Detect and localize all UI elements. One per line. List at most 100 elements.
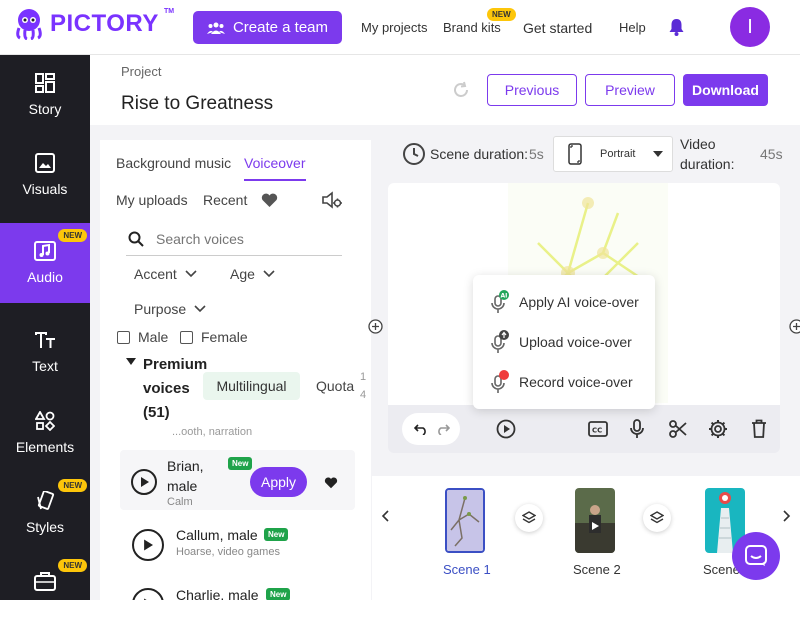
transition-layers-button[interactable] [643, 504, 671, 532]
project-title[interactable]: Rise to Greatness [121, 93, 273, 115]
play-icon [144, 539, 153, 551]
create-team-button[interactable]: Create a team [193, 11, 342, 44]
tab-background-music[interactable]: Background music [116, 155, 231, 171]
sidebar-item-label: Visuals [22, 181, 68, 197]
clock-icon [403, 143, 425, 165]
active-tab-underline [244, 179, 306, 181]
sidebar-item-audio[interactable]: NEW Audio [0, 223, 90, 303]
play-brian-button[interactable] [131, 469, 157, 495]
apply-ai-voiceover-label: Apply AI voice-over [519, 294, 639, 310]
checkbox-box [117, 330, 130, 344]
favorites-heart-icon[interactable] [261, 193, 278, 208]
layers-icon [522, 511, 536, 524]
orientation-label: Portrait [600, 148, 636, 160]
partial-voice-desc: ...ooth, narration [172, 426, 253, 438]
scene-label-2: Scene 2 [573, 562, 621, 577]
voice-settings-icon[interactable] [321, 191, 343, 209]
sidebar-item-label: Story [28, 101, 62, 117]
upload-microphone-icon [491, 330, 509, 353]
voice-name-brian: Brian, male [167, 458, 204, 494]
play-preview-icon[interactable] [496, 419, 516, 439]
sidebar-item-styles[interactable]: NEW Styles [0, 473, 90, 553]
scene-thumb-1[interactable] [445, 488, 485, 553]
heart-icon[interactable] [324, 477, 338, 489]
caret-down-icon[interactable] [126, 358, 136, 366]
add-scene-left-icon[interactable] [368, 319, 383, 334]
subtab-my-uploads[interactable]: My uploads [116, 192, 188, 208]
nav-get-started[interactable]: Get started [523, 0, 592, 55]
scene-thumb-2[interactable] [575, 488, 615, 553]
sidebar-item-label: Styles [25, 519, 65, 535]
play-icon [140, 477, 149, 487]
microphone-icon[interactable] [630, 419, 644, 439]
apply-ai-voiceover-item[interactable]: AI Apply AI voice-over [489, 287, 639, 317]
user-avatar[interactable]: I [730, 7, 770, 47]
orientation-select[interactable]: Portrait [553, 136, 673, 172]
multilingual-chip[interactable]: Multilingual [203, 372, 300, 400]
transition-layers-button[interactable] [515, 504, 543, 532]
octopus-logo-icon [16, 9, 42, 40]
play-charlie-button[interactable] [132, 588, 164, 600]
apply-voice-button[interactable]: Apply [250, 467, 307, 497]
subtab-recent[interactable]: Recent [203, 192, 247, 208]
upload-voiceover-item[interactable]: Upload voice-over [489, 327, 632, 357]
search-voices-input[interactable] [156, 231, 326, 247]
nav-my-projects[interactable]: My projects [361, 0, 427, 55]
caret-down-icon [653, 151, 664, 157]
gear-icon[interactable] [708, 419, 728, 439]
scene-label-1: Scene 1 [443, 562, 491, 577]
record-voiceover-item[interactable]: Record voice-over [489, 367, 633, 397]
chevron-left-icon[interactable] [381, 510, 389, 522]
scissors-icon[interactable] [669, 420, 687, 438]
layers-icon [650, 511, 664, 524]
chat-icon [745, 545, 767, 566]
captions-icon[interactable]: CC [588, 421, 608, 437]
quota-label: Quota [316, 378, 355, 394]
sidebar-item-visuals[interactable]: Visuals [0, 135, 90, 215]
preview-button[interactable]: Preview [585, 74, 675, 106]
record-voiceover-label: Record voice-over [519, 374, 633, 390]
create-team-label: Create a team [232, 19, 329, 36]
image-icon [35, 153, 55, 173]
trash-icon[interactable] [751, 419, 767, 438]
download-button[interactable]: Download [683, 74, 768, 106]
sidebar-item-elements[interactable]: Elements [0, 393, 90, 473]
scene-2-thumbnail [575, 488, 615, 553]
record-microphone-icon [491, 370, 509, 393]
undo-icon[interactable] [414, 423, 428, 435]
chevron-right-icon[interactable] [783, 510, 791, 522]
premium-voices-heading: Premium voices (51) [143, 356, 208, 421]
team-icon [206, 22, 225, 34]
svg-text:CC: CC [592, 427, 602, 435]
sidebar-item-story[interactable]: Story [0, 55, 90, 135]
logo-trademark: TM [164, 8, 175, 15]
audio-new-badge: NEW [58, 229, 87, 242]
purpose-dropdown[interactable]: Purpose [134, 301, 206, 317]
ai-microphone-icon: AI [491, 290, 509, 313]
sidebar-item-label: Branding [16, 599, 74, 615]
sidebar-item-branding[interactable]: NEW Branding [0, 553, 90, 633]
tab-voiceover[interactable]: Voiceover [244, 155, 305, 171]
redo-icon[interactable] [436, 423, 450, 435]
briefcase-icon [34, 572, 56, 591]
female-checkbox[interactable]: Female [180, 329, 248, 345]
layout-icon [35, 73, 55, 93]
app-logo[interactable]: PICTORY TM [14, 8, 174, 40]
voice-desc-brian: Calm [167, 496, 193, 508]
bell-icon[interactable] [668, 18, 685, 36]
scene-duration-value[interactable]: 5s [529, 146, 544, 162]
quota-value: 14 [360, 371, 367, 401]
add-scene-right-icon[interactable] [789, 319, 800, 334]
male-checkbox[interactable]: Male [117, 329, 168, 345]
accent-dropdown[interactable]: Accent [134, 266, 197, 282]
voiceover-menu: AI Apply AI voice-over Upload voice-over… [473, 275, 655, 409]
search-icon [128, 231, 144, 247]
accent-label: Accent [134, 266, 177, 282]
sidebar-item-text[interactable]: Text [0, 313, 90, 393]
play-callum-button[interactable] [132, 529, 164, 561]
chat-support-button[interactable] [732, 532, 780, 580]
nav-help[interactable]: Help [619, 0, 646, 55]
previous-button[interactable]: Previous [487, 74, 577, 106]
sidebar-item-label: Elements [15, 439, 75, 455]
age-dropdown[interactable]: Age [230, 266, 275, 282]
